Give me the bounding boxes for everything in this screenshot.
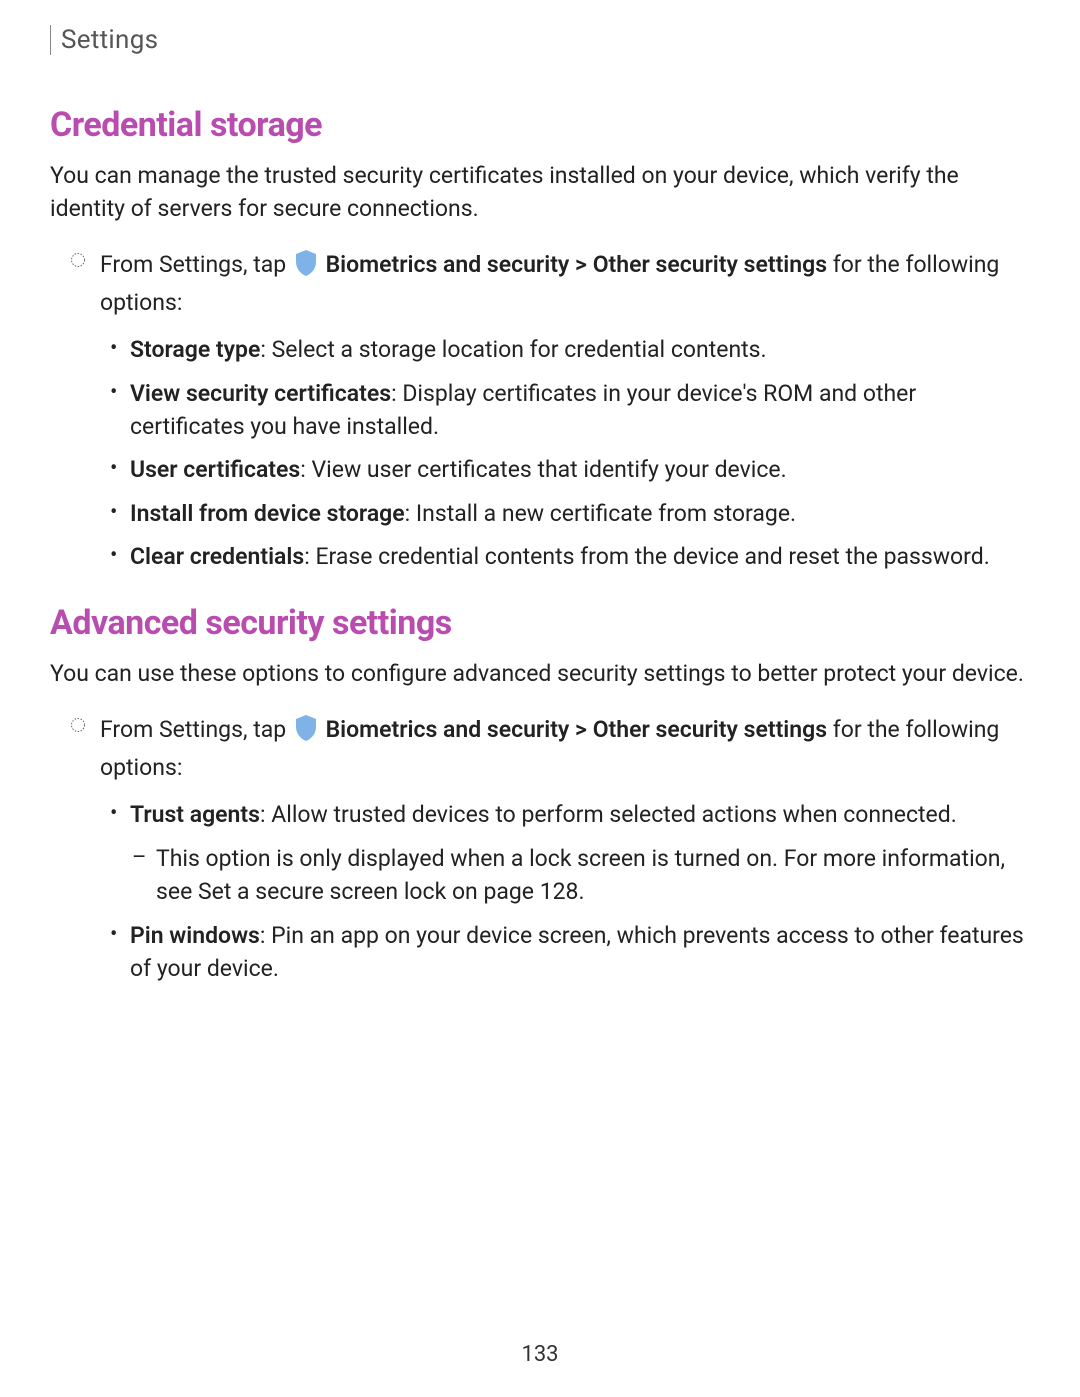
term: Trust agents (130, 801, 260, 828)
term: Storage type (130, 336, 260, 363)
nav-biometrics: Biometrics and security (326, 251, 570, 278)
breadcrumb: Settings (61, 25, 158, 55)
list-item: Pin windows: Pin an app on your device s… (130, 919, 1030, 986)
instruction-prefix: From Settings, tap (100, 716, 292, 743)
dotted-circle-icon (70, 717, 86, 737)
desc: : Select a storage location for credenti… (260, 336, 766, 363)
link-set-secure-screen-lock[interactable]: Set a secure screen lock (198, 878, 446, 905)
term: Clear credentials (130, 543, 304, 570)
list-item: Trust agents: Allow trusted devices to p… (130, 798, 1030, 908)
list-item: Storage type: Select a storage location … (130, 333, 1030, 366)
instruction-prefix: From Settings, tap (100, 251, 292, 278)
instruction-text: From Settings, tap Biometrics and securi… (100, 251, 999, 316)
shield-icon (294, 249, 318, 286)
list-item: User certificates: View user certificate… (130, 453, 1030, 486)
term: User certificates (130, 456, 300, 483)
list-item: Install from device storage: Install a n… (130, 497, 1030, 530)
nav-biometrics: Biometrics and security (326, 716, 570, 743)
instruction-text: From Settings, tap Biometrics and securi… (100, 716, 999, 781)
desc: : Erase credential contents from the dev… (304, 543, 990, 570)
desc: : View user certificates that identify y… (300, 456, 786, 483)
desc: : Allow trusted devices to perform selec… (260, 801, 957, 828)
nav-other-security: Other security settings (593, 251, 827, 278)
page-header: Settings (50, 25, 1030, 55)
list-item: View security certificates: Display cert… (130, 377, 1030, 444)
term: Pin windows (130, 922, 260, 949)
instruction-credential-storage: From Settings, tap Biometrics and securi… (50, 248, 1030, 320)
desc: : Pin an app on your device screen, whic… (130, 922, 1024, 982)
bullet-list-advanced-security: Trust agents: Allow trusted devices to p… (50, 798, 1030, 985)
term: View security certificates (130, 380, 391, 407)
bullet-list-credential-storage: Storage type: Select a storage location … (50, 333, 1030, 573)
page-number: 133 (0, 1342, 1080, 1367)
nav-sep: > (569, 251, 592, 278)
nav-other-security: Other security settings (593, 716, 827, 743)
heading-credential-storage: Credential storage (50, 105, 1030, 145)
sub-suffix: on page 128. (446, 878, 584, 905)
heading-advanced-security: Advanced security settings (50, 603, 1030, 643)
desc: : Install a new certificate from storage… (405, 500, 796, 527)
dotted-circle-icon (70, 252, 86, 272)
intro-advanced-security: You can use these options to configure a… (50, 657, 1030, 690)
sub-list-item: This option is only displayed when a loc… (156, 842, 1030, 909)
nav-sep: > (569, 716, 592, 743)
shield-icon (294, 714, 318, 751)
term: Install from device storage (130, 500, 405, 527)
sub-list: This option is only displayed when a loc… (130, 842, 1030, 909)
list-item: Clear credentials: Erase credential cont… (130, 540, 1030, 573)
instruction-advanced-security: From Settings, tap Biometrics and securi… (50, 713, 1030, 785)
intro-credential-storage: You can manage the trusted security cert… (50, 159, 1030, 226)
